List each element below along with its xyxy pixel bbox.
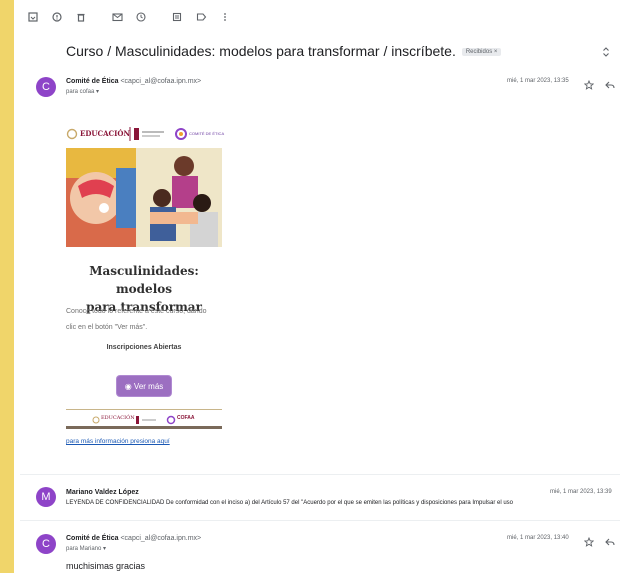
flyer-divider bbox=[66, 409, 222, 410]
message-divider bbox=[20, 520, 620, 521]
inscripciones-label: Inscripciones Abiertas bbox=[106, 344, 182, 351]
message-date: mié, 1 mar 2023, 13:35 bbox=[507, 78, 569, 84]
sender-email: <capci_al@cofaa.ipn.mx> bbox=[120, 535, 202, 542]
footer-ipn-icon bbox=[136, 416, 139, 424]
flyer-photo-collage bbox=[66, 148, 222, 247]
sender-name: Comité de Ética bbox=[66, 535, 119, 542]
star-button[interactable] bbox=[583, 77, 595, 95]
tasks-icon bbox=[172, 12, 182, 22]
mark-unread-icon bbox=[111, 13, 123, 22]
flyer-title-line1: Masculinidades: modelos bbox=[89, 264, 199, 296]
inbox-label-badge[interactable]: Recibidos × bbox=[461, 48, 502, 57]
star-icon bbox=[583, 536, 595, 547]
sender-name: Comité de Ética bbox=[66, 78, 119, 85]
delete-icon bbox=[77, 13, 85, 22]
mark-unread-button[interactable] bbox=[106, 6, 128, 28]
snooze-button[interactable] bbox=[130, 6, 152, 28]
email-thread-view: Curso / Masculinidades: modelos para tra… bbox=[20, 0, 620, 573]
footer-cofaa-icon bbox=[166, 415, 176, 425]
reply-icon bbox=[605, 538, 615, 546]
thread-toolbar bbox=[20, 0, 620, 34]
recipient-details-toggle[interactable]: para Mariano ▾ bbox=[66, 545, 106, 552]
sender-avatar[interactable]: C bbox=[36, 534, 56, 554]
delete-button[interactable] bbox=[70, 6, 92, 28]
recipient-details-toggle[interactable]: para cofaa ▾ bbox=[66, 88, 99, 95]
message-date: mié, 1 mar 2023, 13:40 bbox=[507, 535, 569, 541]
message-sender[interactable]: Mariano Valdez López bbox=[66, 489, 139, 496]
header-logos: EDUCACIÓN COMITÉ DE ÉTICA bbox=[66, 124, 225, 144]
star-button[interactable] bbox=[583, 534, 595, 552]
message-date: mié, 1 mar 2023, 13:39 bbox=[550, 489, 612, 495]
footer-seal-icon bbox=[92, 416, 100, 424]
reply-button[interactable] bbox=[605, 77, 615, 95]
message-body: muchisimas gracias bbox=[66, 561, 146, 571]
archive-button[interactable] bbox=[22, 6, 44, 28]
report-spam-button[interactable] bbox=[46, 6, 68, 28]
report-icon bbox=[52, 12, 62, 22]
reply-button[interactable] bbox=[605, 534, 615, 552]
message-snippet[interactable]: LEYENDA DE CONFIDENCIALIDAD De conformid… bbox=[66, 500, 513, 506]
sender-name: Mariano Valdez López bbox=[66, 489, 139, 496]
flyer-text-line1: Conoce todo lo referente a este curso, d… bbox=[66, 308, 207, 315]
unfold-icon bbox=[603, 47, 609, 57]
mexico-seal-icon bbox=[66, 128, 78, 140]
flyer-description: Conoce todo lo referente a este curso, d… bbox=[66, 304, 226, 336]
subject-text: Curso / Masculinidades: modelos para tra… bbox=[66, 43, 456, 59]
message-sender[interactable]: Comité de Ética <capci_al@cofaa.ipn.mx> bbox=[66, 78, 201, 85]
left-accent-bar bbox=[0, 0, 14, 573]
add-to-tasks-button[interactable] bbox=[166, 6, 188, 28]
more-info-link[interactable]: para más información presiona aquí bbox=[66, 438, 170, 445]
snooze-icon bbox=[136, 12, 146, 22]
sender-email: <capci_al@cofaa.ipn.mx> bbox=[120, 78, 202, 85]
message-sender[interactable]: Comité de Ética <capci_al@cofaa.ipn.mx> bbox=[66, 535, 201, 542]
flyer-bottom-bar bbox=[66, 426, 222, 429]
label-button[interactable] bbox=[190, 6, 212, 28]
footer-logos: EDUCACIÓN COFAA bbox=[66, 413, 222, 425]
reply-icon bbox=[605, 81, 615, 89]
message-divider bbox=[20, 474, 620, 475]
more-options-button[interactable] bbox=[214, 6, 236, 28]
ver-mas-button[interactable]: ◉ Ver más bbox=[117, 376, 171, 396]
flyer-text-line2: clic en el botón "Ver más". bbox=[66, 324, 148, 331]
expand-all-button[interactable] bbox=[602, 45, 610, 63]
sender-avatar[interactable]: C bbox=[36, 77, 56, 97]
footer-cofaa-text: COFAA bbox=[177, 415, 195, 421]
sender-avatar[interactable]: M bbox=[36, 487, 56, 507]
educacion-logo-text: EDUCACIÓN bbox=[80, 129, 130, 138]
ipn-shield-icon bbox=[134, 128, 139, 140]
thread-subject: Curso / Masculinidades: modelos para tra… bbox=[66, 43, 502, 59]
footer-educacion-text: EDUCACIÓN bbox=[101, 415, 135, 421]
star-icon bbox=[583, 79, 595, 90]
more-icon bbox=[224, 13, 226, 21]
comite-logo-text: COMITÉ DE ÉTICA bbox=[189, 131, 225, 136]
archive-icon bbox=[28, 12, 38, 22]
label-icon bbox=[196, 13, 206, 21]
